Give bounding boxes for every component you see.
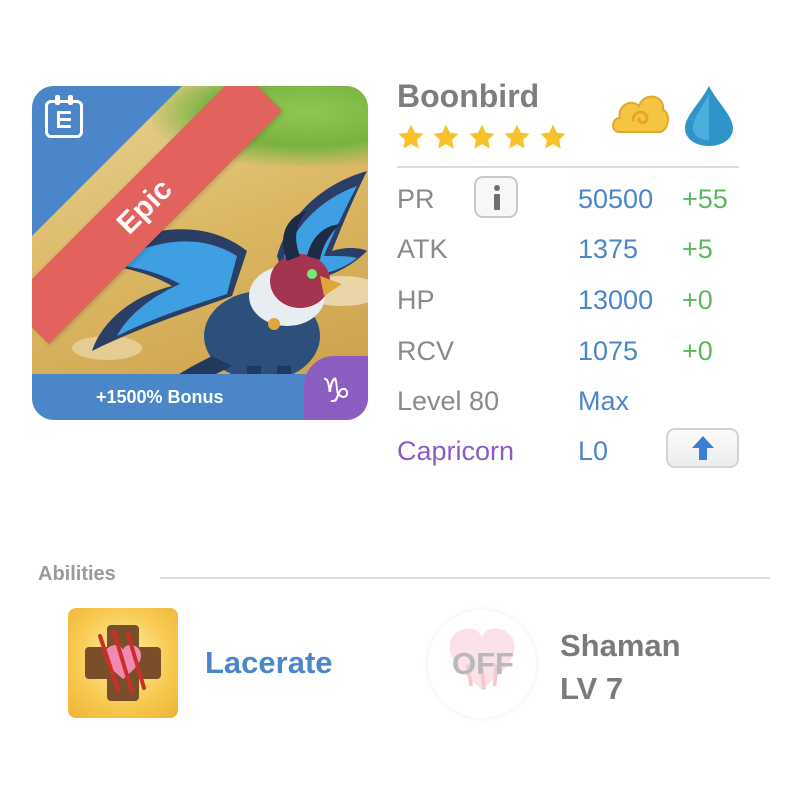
atk-bonus: +5 <box>682 234 713 264</box>
lacerate-skill-icon[interactable] <box>68 608 178 718</box>
star-icon <box>504 124 530 149</box>
leader-status: OFF <box>452 646 514 681</box>
claw-marks-icon <box>98 630 146 694</box>
star-icon <box>469 124 495 149</box>
water-drop-icon <box>685 86 733 146</box>
notepad-icon[interactable] <box>45 95 83 138</box>
atk-label: ATK <box>397 234 448 264</box>
bonus-text: +1500% Bonus <box>96 387 224 407</box>
zodiac-label: Capricorn <box>397 436 515 466</box>
rcv-label: RCV <box>397 336 455 366</box>
monster-name: Boonbird <box>397 78 540 114</box>
arrow-up-icon <box>692 436 714 460</box>
leader-skill-name: Shaman <box>560 628 681 663</box>
rcv-bonus: +0 <box>682 336 713 366</box>
abilities-divider <box>160 577 770 579</box>
star-rating <box>396 122 569 157</box>
pr-bonus: +55 <box>682 184 728 214</box>
star-icon <box>433 124 459 149</box>
info-icon-bar <box>494 194 500 210</box>
hp-value: 13000 <box>578 285 654 315</box>
hp-label: HP <box>397 285 435 315</box>
star-icon <box>398 124 424 149</box>
level-value: Max <box>578 386 630 416</box>
hp-bonus: +0 <box>682 285 713 315</box>
abilities-title: Abilities <box>38 563 116 585</box>
leader-skill-icon[interactable]: OFF <box>428 610 536 718</box>
level-label: Level 80 <box>397 386 500 416</box>
info-button[interactable] <box>474 176 518 218</box>
zodiac-level: L0 <box>578 436 609 466</box>
upgrade-button[interactable] <box>666 428 739 468</box>
star-icon <box>540 124 566 149</box>
atk-value: 1375 <box>578 234 639 264</box>
skill-name[interactable]: Lacerate <box>205 645 333 681</box>
leader-skill-level: LV 7 <box>560 671 624 706</box>
info-icon <box>494 185 500 191</box>
monster-portrait-card[interactable]: Epic +1500% Bonus ♑ <box>32 86 368 420</box>
pr-label: PR <box>397 184 435 214</box>
rcv-value: 1075 <box>578 336 639 366</box>
capricorn-zodiac-icon: ♑ <box>304 356 368 420</box>
cloud-icon <box>612 95 669 133</box>
header-divider <box>397 166 739 168</box>
pr-value: 50500 <box>578 184 654 214</box>
